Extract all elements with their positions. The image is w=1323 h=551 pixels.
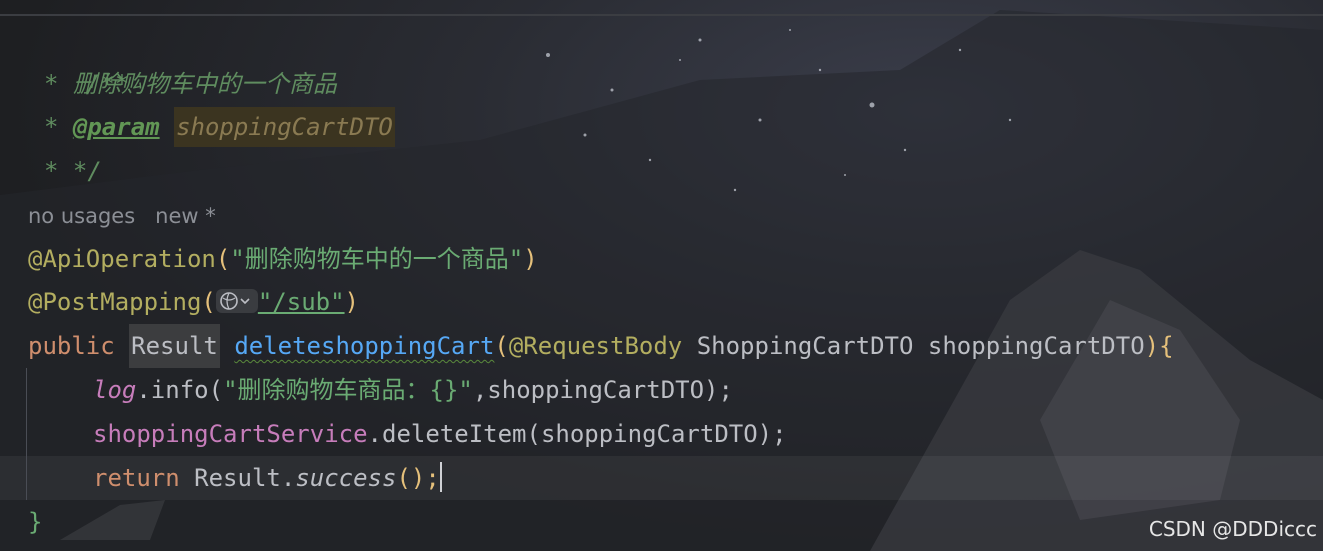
annotation-request-body: @RequestBody (508, 332, 683, 360)
code-line-log[interactable]: log.info("删除购物车商品：{}",shoppingCartDTO); (93, 368, 733, 412)
annotation-post-mapping: @PostMapping (28, 288, 202, 316)
code-line-post-mapping[interactable]: @PostMapping( "/sub") (28, 280, 359, 324)
paren-close: ) (1144, 332, 1160, 360)
log-string: "删除购物车商品：{}" (223, 376, 473, 404)
log-argument: ,shoppingCartDTO); (472, 376, 733, 404)
post-mapping-value[interactable]: "/sub" (258, 288, 345, 316)
code-editor[interactable]: /** * 删除购物车中的一个商品 * @param shoppingCartD… (0, 0, 1323, 551)
doc-summary: 删除购物车中的一个商品 (72, 70, 337, 98)
closing-brace: } (28, 508, 43, 536)
paren-open: ( (215, 245, 231, 273)
code-line-closing-brace[interactable]: } (28, 500, 42, 544)
paren-open: ( (201, 288, 216, 316)
code-line-2[interactable]: * 删除购物车中的一个商品 (44, 62, 337, 106)
keyword-public: public (28, 332, 115, 360)
globe-endpoint-icon[interactable] (215, 289, 258, 313)
log-field[interactable]: log (93, 376, 136, 404)
doc-param-name: shoppingCartDTO (174, 107, 395, 147)
annotation-api-operation: @ApiOperation (28, 245, 216, 273)
param-type[interactable]: ShoppingCartDTO (697, 332, 914, 360)
service-call: .deleteItem(shoppingCartDTO); (367, 420, 787, 448)
code-line-service-call[interactable]: shoppingCartService.deleteItem(shoppingC… (93, 412, 787, 456)
return-method: success (295, 464, 397, 492)
usages-hint[interactable]: no usages (28, 204, 135, 228)
doc-star: * (44, 70, 73, 98)
watermark: CSDN @DDDiccc (1148, 517, 1317, 541)
type-result[interactable]: Result (129, 324, 220, 368)
code-line-3[interactable]: * @param shoppingCartDTO (44, 105, 395, 149)
doc-star: * (44, 157, 73, 185)
service-field[interactable]: shoppingCartService (93, 420, 368, 448)
code-line-method-signature[interactable]: public Result deleteshoppingCart(@Reques… (28, 324, 1174, 368)
brace-open: { (1159, 332, 1174, 360)
author-hint[interactable]: new * (155, 204, 216, 228)
doc-star: * (44, 113, 73, 141)
inlay-hint[interactable]: no usages new * (28, 196, 236, 236)
log-method: .info( (136, 376, 224, 404)
code-line-api-operation[interactable]: @ApiOperation("删除购物车中的一个商品") (28, 237, 538, 281)
paren-close: ) (523, 245, 538, 273)
text-cursor (439, 462, 442, 492)
code-line-return[interactable]: return Result.success(); (93, 456, 442, 500)
paren-close: ) (344, 288, 359, 316)
doc-param-tag: @param (72, 113, 160, 141)
return-tail: (); (396, 464, 440, 492)
doc-comment-close: */ (72, 157, 102, 185)
return-class: Result. (194, 464, 296, 492)
keyword-return: return (93, 464, 180, 492)
code-line-1[interactable]: /** (28, 18, 129, 98)
code-line-4[interactable]: * */ (44, 149, 102, 193)
api-operation-value: "删除购物车中的一个商品" (230, 245, 524, 273)
param-name[interactable]: shoppingCartDTO (928, 332, 1145, 360)
method-name[interactable]: deleteshoppingCart (234, 332, 494, 360)
paren-open: ( (494, 332, 509, 360)
